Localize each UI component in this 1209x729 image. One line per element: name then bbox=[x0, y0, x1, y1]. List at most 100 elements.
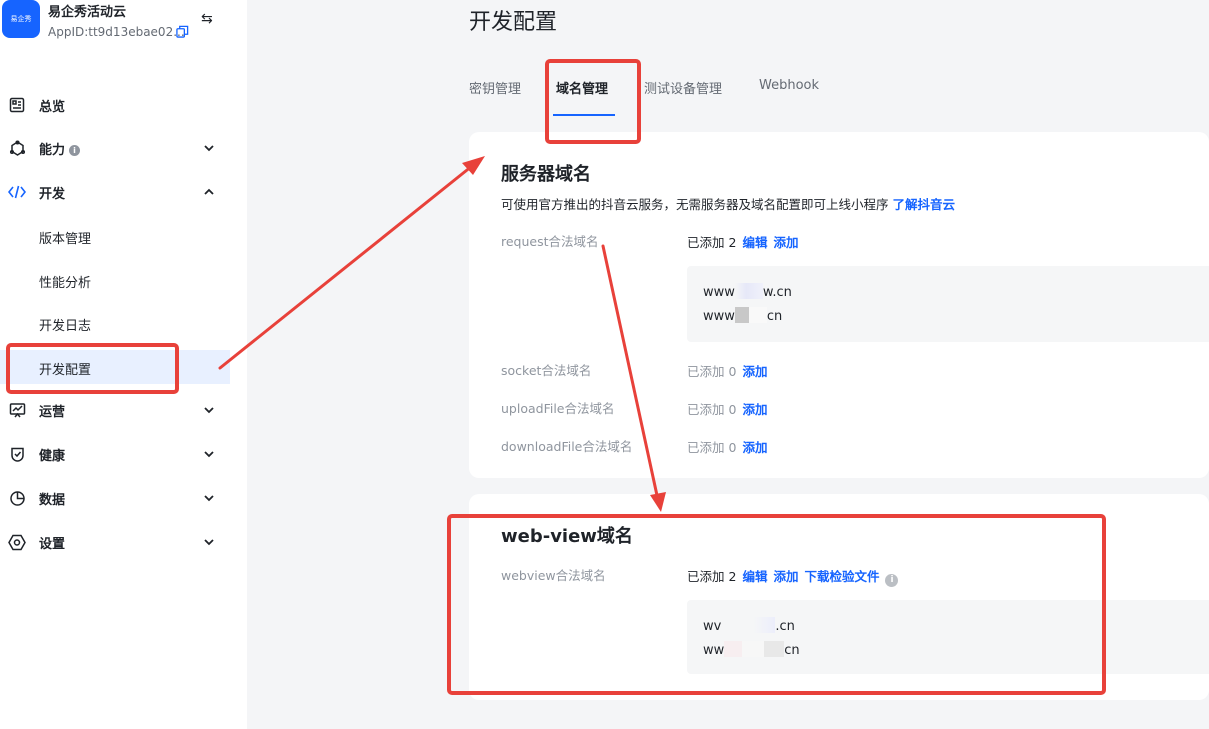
tab-key-management[interactable]: 密钥管理 bbox=[469, 78, 521, 97]
socket-add-link[interactable]: 添加 bbox=[742, 364, 767, 379]
sidebar-item-settings[interactable]: 设置 bbox=[0, 525, 230, 559]
domain-entry: www w.cn bbox=[703, 283, 792, 300]
tab-test-device-management[interactable]: 测试设备管理 bbox=[644, 78, 722, 97]
info-icon[interactable]: i bbox=[885, 574, 899, 587]
chevron-down-icon bbox=[204, 451, 214, 458]
webview-domain-list: wv .cn ww cn bbox=[687, 600, 1209, 674]
sidebar-subitem-dev-config[interactable]: 开发配置 bbox=[0, 350, 230, 384]
redacted-block bbox=[748, 307, 767, 323]
server-domain-desc: 可使用官方推出的抖音云服务，无需服务器及域名配置即可上线小程序 了解抖音云 bbox=[501, 194, 955, 213]
domain-suffix: .cn bbox=[775, 619, 795, 634]
webview-domain-count: 已添加 2 bbox=[687, 569, 737, 584]
download-domain-label: downloadFile合法域名 bbox=[501, 439, 633, 454]
redacted-block bbox=[734, 283, 763, 299]
sidebar-item-label: 能力 i bbox=[39, 139, 81, 158]
annotation-arrow-to-server-domain bbox=[218, 164, 474, 370]
server-domain-card: 服务器域名 可使用官方推出的抖音云服务，无需服务器及域名配置即可上线小程序 了解… bbox=[469, 132, 1209, 478]
upload-add-link[interactable]: 添加 bbox=[742, 402, 767, 417]
domain-suffix: w.cn bbox=[762, 285, 792, 300]
sidebar-item-label: 健康 bbox=[39, 448, 66, 464]
data-icon bbox=[8, 489, 26, 507]
upload-domain-label: uploadFile合法域名 bbox=[501, 401, 615, 416]
sidebar-item-label: 数据 bbox=[39, 492, 66, 508]
domain-prefix: wv bbox=[703, 619, 722, 634]
info-icon[interactable]: i bbox=[69, 144, 81, 156]
sidebar-item-label: 开发 bbox=[39, 186, 66, 202]
webview-domain-title: web-view域名 bbox=[501, 526, 633, 547]
sidebar-item-label-text: 能力 bbox=[39, 142, 66, 158]
chevron-down-icon bbox=[204, 539, 214, 546]
code-icon bbox=[8, 183, 26, 201]
page-title: 开发配置 bbox=[469, 10, 558, 35]
domain-prefix: www bbox=[703, 285, 735, 300]
sidebar-item-data[interactable]: 数据 bbox=[0, 481, 230, 515]
request-edit-link[interactable]: 编辑 bbox=[742, 235, 767, 250]
sidebar-item-label: 总览 bbox=[39, 99, 66, 115]
sidebar-item-capability[interactable]: 能力 i bbox=[0, 131, 230, 165]
webview-domain-label: webview合法域名 bbox=[501, 568, 606, 583]
active-tab-indicator bbox=[553, 114, 615, 116]
redacted-block bbox=[742, 641, 765, 657]
sidebar-item-overview[interactable]: 总览 bbox=[0, 88, 230, 122]
domain-prefix: www bbox=[703, 309, 735, 324]
socket-domain-value: 已添加 0 添加 bbox=[687, 361, 767, 380]
chevron-down-icon bbox=[204, 407, 214, 414]
sidebar-subitem-performance[interactable]: 性能分析 bbox=[0, 263, 230, 297]
request-domain-label: request合法域名 bbox=[501, 234, 599, 249]
download-verify-file-link[interactable]: 下载检验文件 bbox=[804, 569, 879, 584]
domain-entry: wv .cn bbox=[703, 617, 795, 634]
webview-add-link[interactable]: 添加 bbox=[773, 569, 798, 584]
domain-entry: ww cn bbox=[703, 641, 800, 658]
webview-edit-link[interactable]: 编辑 bbox=[742, 569, 767, 584]
webview-domain-card: web-view域名 webview合法域名 已添加 2 编辑 添加 下载检验文件 i … bbox=[469, 494, 1209, 700]
request-domain-list: www w.cn www cn bbox=[687, 266, 1209, 342]
sidebar-item-label: 设置 bbox=[39, 536, 66, 552]
sidebar-subitem-dev-log[interactable]: 开发日志 bbox=[0, 306, 230, 340]
tab-domain-management[interactable]: 域名管理 bbox=[556, 78, 608, 97]
chevron-down-icon bbox=[204, 495, 214, 502]
domain-entry: www cn bbox=[703, 307, 782, 324]
app-name: 易企秀活动云 bbox=[48, 5, 127, 20]
socket-domain-count: 已添加 0 bbox=[687, 364, 737, 379]
domain-suffix: cn bbox=[766, 309, 783, 324]
sidebar-subitem-version[interactable]: 版本管理 bbox=[0, 219, 230, 253]
switch-app-icon[interactable]: ⇆ bbox=[201, 11, 217, 27]
chevron-down-icon bbox=[204, 145, 214, 152]
upload-domain-value: 已添加 0 添加 bbox=[687, 399, 767, 418]
copy-icon[interactable] bbox=[176, 25, 189, 38]
sidebar: 易企秀 易企秀活动云 AppID:tt9d13ebae02... ⇆ 总览 能力… bbox=[0, 0, 247, 729]
server-domain-desc-text: 可使用官方推出的抖音云服务，无需服务器及域名配置即可上线小程序 bbox=[501, 197, 889, 212]
sidebar-item-operation[interactable]: 运营 bbox=[0, 393, 230, 427]
sidebar-item-health[interactable]: 健康 bbox=[0, 437, 230, 471]
sidebar-subitem-label: 版本管理 bbox=[39, 232, 92, 247]
sidebar-item-develop[interactable]: 开发 bbox=[0, 175, 230, 209]
upload-domain-count: 已添加 0 bbox=[687, 402, 737, 417]
app-header: 易企秀 易企秀活动云 AppID:tt9d13ebae02... ⇆ bbox=[0, 0, 247, 50]
domain-prefix: ww bbox=[703, 643, 725, 658]
download-add-link[interactable]: 添加 bbox=[742, 440, 767, 455]
request-domain-value: 已添加 2 编辑 添加 bbox=[687, 232, 798, 251]
redacted-block bbox=[764, 641, 785, 657]
request-domain-count: 已添加 2 bbox=[687, 235, 737, 250]
capability-icon bbox=[8, 139, 26, 157]
chevron-up-icon bbox=[204, 188, 214, 195]
settings-icon bbox=[8, 533, 26, 551]
operation-icon bbox=[8, 401, 26, 419]
health-icon bbox=[8, 445, 26, 463]
tab-webhook[interactable]: Webhook bbox=[759, 78, 819, 93]
download-domain-count: 已添加 0 bbox=[687, 440, 737, 455]
sidebar-subitem-label: 开发配置 bbox=[39, 363, 92, 378]
socket-domain-label: socket合法域名 bbox=[501, 363, 592, 378]
app-logo: 易企秀 bbox=[2, 0, 40, 38]
sidebar-subitem-label: 性能分析 bbox=[39, 276, 92, 291]
webview-domain-value: 已添加 2 编辑 添加 下载检验文件 i bbox=[687, 566, 899, 587]
download-domain-value: 已添加 0 添加 bbox=[687, 437, 767, 456]
redacted-block bbox=[721, 617, 776, 633]
sidebar-subitem-label: 开发日志 bbox=[39, 319, 92, 334]
learn-douyin-cloud-link[interactable]: 了解抖音云 bbox=[893, 197, 956, 212]
request-add-link[interactable]: 添加 bbox=[773, 235, 798, 250]
dashboard-icon bbox=[8, 96, 26, 114]
domain-suffix: cn bbox=[784, 643, 800, 658]
app-logo-text: 易企秀 bbox=[10, 15, 32, 23]
redacted-block bbox=[724, 641, 743, 657]
